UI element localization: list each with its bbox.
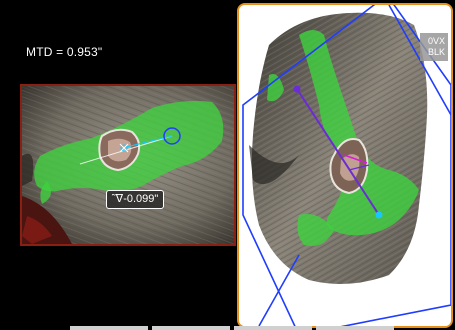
view-orientation-badge[interactable]: 0VX BLK bbox=[420, 33, 448, 61]
softkey-3[interactable] bbox=[234, 326, 312, 330]
softkey-1[interactable] bbox=[70, 326, 148, 330]
profile-icon: ˜ᐁ bbox=[112, 193, 124, 205]
softkey-4[interactable] bbox=[316, 326, 394, 330]
view-badge-line2: BLK bbox=[427, 47, 445, 57]
depth-readout: ˜ᐁ-0.099" bbox=[106, 190, 165, 209]
view-badge-line1: 0VX bbox=[427, 36, 445, 46]
left-measurement-view[interactable]: MTD = 0.953" ˜ᐁ-0.099" bbox=[0, 0, 236, 330]
softkey-2[interactable] bbox=[152, 326, 230, 330]
left-inspection-svg bbox=[22, 86, 234, 244]
depth-value: -0.099" bbox=[123, 193, 159, 205]
mtd-readout: MTD = 0.953" bbox=[26, 45, 103, 59]
left-inspection-image[interactable] bbox=[20, 84, 236, 246]
measurement-endpoint-bottom[interactable] bbox=[375, 211, 383, 219]
measurement-endpoint-top[interactable] bbox=[293, 85, 301, 93]
bottom-softkey-strip bbox=[70, 326, 394, 330]
